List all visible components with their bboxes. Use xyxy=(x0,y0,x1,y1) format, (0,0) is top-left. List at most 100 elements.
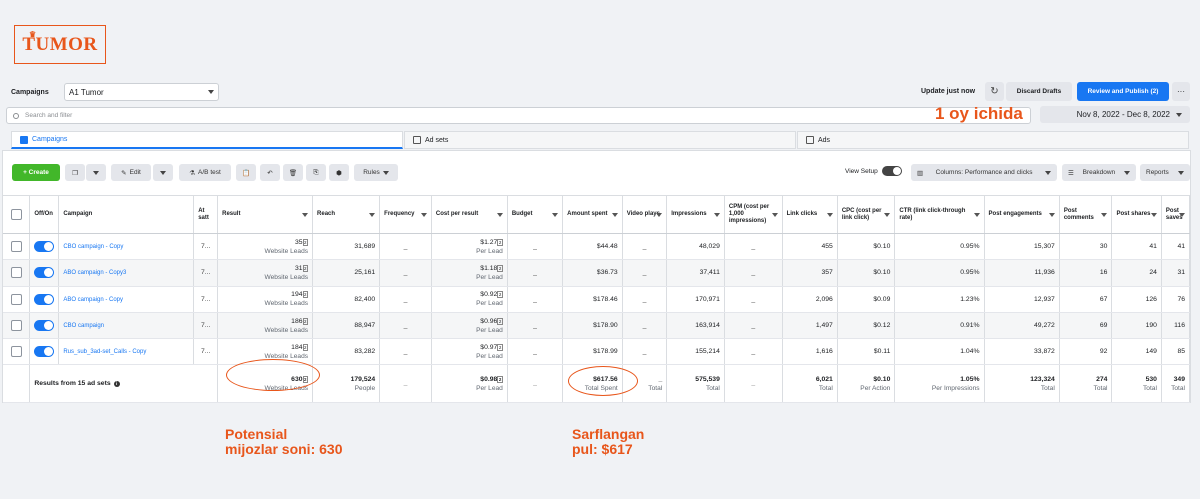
col-post-engagements[interactable]: Post engagements xyxy=(984,195,1060,234)
view-setup-toggle[interactable]: View Setup xyxy=(845,166,902,176)
checkbox[interactable] xyxy=(10,209,22,220)
row-toggle[interactable] xyxy=(29,233,60,261)
toggle-switch[interactable] xyxy=(34,346,55,358)
col-ctr[interactable]: CTR (link click-through rate) xyxy=(894,195,985,234)
col-campaign[interactable]: Campaign xyxy=(58,195,195,234)
row-toggle[interactable] xyxy=(29,259,60,287)
col-impressions[interactable]: Impressions xyxy=(666,195,725,234)
col-video-plays[interactable]: Video plays xyxy=(622,195,668,234)
post-comments-cell: 92 xyxy=(1059,338,1113,366)
campaign-link[interactable]: Rus_sub_3ad-set_Calls - Copy xyxy=(63,349,146,355)
result-cell: 194 2 Website Leads xyxy=(217,286,314,313)
result-cell: 31 2 Website Leads xyxy=(217,259,314,287)
col-post-comments[interactable]: Post comments xyxy=(1059,195,1113,234)
col-link-clicks[interactable]: Link clicks xyxy=(782,195,838,234)
col-cpc[interactable]: CPC (cost per link click) xyxy=(837,195,896,234)
table-row[interactable]: CBO campaign - Copy 7... 35 2 Website Lead… xyxy=(3,233,1191,261)
toggle-switch[interactable] xyxy=(34,267,55,279)
checkbox[interactable] xyxy=(10,346,22,358)
reports-button[interactable]: Reports xyxy=(1140,164,1190,181)
campaign-link[interactable]: ABO campaign - Copy3 xyxy=(63,270,126,276)
campaign-name-cell[interactable]: CBO campaign - Copy xyxy=(58,233,195,261)
campaign-name-cell[interactable]: CBO campaign xyxy=(58,312,195,340)
account-select[interactable]: A1 Tumor xyxy=(64,83,219,101)
ad-icon xyxy=(806,136,814,144)
campaign-name-cell[interactable]: ABO campaign - Copy3 xyxy=(58,259,195,287)
col-reach[interactable]: Reach xyxy=(312,195,381,234)
refresh-icon[interactable]: ↻ xyxy=(985,82,1004,101)
search-input[interactable]: Search and filter xyxy=(6,107,1031,124)
col-post-saves[interactable]: Post saves xyxy=(1161,195,1191,234)
row-checkbox[interactable] xyxy=(3,312,31,340)
tab-ads[interactable]: Ads xyxy=(797,131,1189,149)
col-off-on[interactable]: Off/On xyxy=(29,195,60,234)
checkbox[interactable] xyxy=(10,320,22,332)
table-row[interactable]: ABO campaign - Copy3 7... 31 2 Website Lea… xyxy=(3,259,1191,287)
clipboard-icon[interactable]: 📋 xyxy=(236,164,256,181)
row-checkbox[interactable] xyxy=(3,259,31,287)
row-toggle[interactable] xyxy=(29,286,60,313)
undo-icon[interactable]: ↶ xyxy=(260,164,280,181)
col-post-shares[interactable]: Post shares xyxy=(1111,195,1162,234)
select-all[interactable] xyxy=(3,195,31,234)
campaign-link[interactable]: ABO campaign - Copy xyxy=(63,297,123,303)
toggle-switch[interactable] xyxy=(34,241,55,253)
ab-test-button[interactable]: ⚗ A/B test xyxy=(179,164,231,181)
delete-icon[interactable]: 🗑 xyxy=(283,164,303,181)
col-budget[interactable]: Budget xyxy=(507,195,564,234)
toggle-switch[interactable] xyxy=(34,320,55,332)
breakdown-button[interactable]: ☰ Breakdown xyxy=(1062,164,1136,181)
checkbox[interactable] xyxy=(10,267,22,279)
date-range-picker[interactable]: Nov 8, 2022 - Dec 8, 2022 xyxy=(1040,106,1190,123)
chevron-down-icon[interactable] xyxy=(86,164,106,181)
col-attribution[interactable]: At satt xyxy=(193,195,219,234)
tab-label: Ad sets xyxy=(425,136,449,144)
row-checkbox[interactable] xyxy=(3,286,31,313)
info-icon[interactable]: i xyxy=(113,380,120,387)
post-shares-cell: 149 xyxy=(1111,338,1162,366)
video-plays-cell: _ xyxy=(622,338,668,366)
col-cost-per-result[interactable]: Cost per result xyxy=(431,195,508,234)
discard-drafts-button[interactable]: Discard Drafts xyxy=(1006,82,1072,101)
ctr-cell: 0.95% xyxy=(894,233,985,261)
chevron-down-icon[interactable] xyxy=(153,164,173,181)
col-amount-spent[interactable]: Amount spent xyxy=(562,195,623,234)
link-clicks-cell: 357 xyxy=(782,259,838,287)
duplicate-icon[interactable]: ❐ xyxy=(65,164,85,181)
col-result[interactable]: Result xyxy=(217,195,314,234)
campaign-name-cell[interactable]: Rus_sub_3ad-set_Calls - Copy xyxy=(58,338,195,366)
campaign-link[interactable]: CBO campaign xyxy=(63,323,104,329)
budget-cell: _ xyxy=(507,312,564,340)
post-shares-cell: 126 xyxy=(1111,286,1162,313)
row-checkbox[interactable] xyxy=(3,233,31,261)
review-publish-button[interactable]: Review and Publish (2) xyxy=(1077,82,1169,101)
campaign-link[interactable]: CBO campaign - Copy xyxy=(63,244,123,250)
row-toggle[interactable] xyxy=(29,312,60,340)
campaign-name-cell[interactable]: ABO campaign - Copy xyxy=(58,286,195,313)
budget-cell: _ xyxy=(507,338,564,366)
col-cpm[interactable]: CPM (cost per 1,000 impressions) xyxy=(724,195,783,234)
rules-button[interactable]: Rules xyxy=(354,164,398,181)
table-row[interactable]: ABO campaign - Copy 7... 194 2 Website Lea… xyxy=(3,286,1191,313)
checkbox[interactable] xyxy=(10,293,22,305)
row-checkbox[interactable] xyxy=(3,338,31,366)
post-comments-cell: 16 xyxy=(1059,259,1113,287)
preview-icon[interactable]: ⎘ xyxy=(306,164,326,181)
more-options-button[interactable]: ··· xyxy=(1172,82,1190,101)
columns-button[interactable]: ▥ Columns: Performance and clicks xyxy=(911,164,1057,181)
edit-button[interactable]: ✎ Edit xyxy=(111,164,151,181)
result-cell: 35 2 Website Leads xyxy=(217,233,314,261)
table-row[interactable]: CBO campaign 7... 186 2 Website Leads 88,9… xyxy=(3,312,1191,340)
col-frequency[interactable]: Frequency xyxy=(379,195,432,234)
checkbox[interactable] xyxy=(10,241,22,253)
toggle-switch[interactable] xyxy=(881,166,902,176)
tag-icon[interactable]: ⬢ xyxy=(329,164,349,181)
tab-ad-sets[interactable]: Ad sets xyxy=(404,131,796,149)
tab-campaigns[interactable]: Campaigns xyxy=(11,131,403,149)
toggle-switch[interactable] xyxy=(34,293,55,305)
post-saves-cell: 31 xyxy=(1161,259,1191,287)
create-button[interactable]: + Create xyxy=(12,164,60,181)
table-row[interactable]: Rus_sub_3ad-set_Calls - Copy 7... 184 2 We… xyxy=(3,338,1191,366)
row-toggle[interactable] xyxy=(29,338,60,366)
reach-cell: 83,282 xyxy=(312,338,381,366)
